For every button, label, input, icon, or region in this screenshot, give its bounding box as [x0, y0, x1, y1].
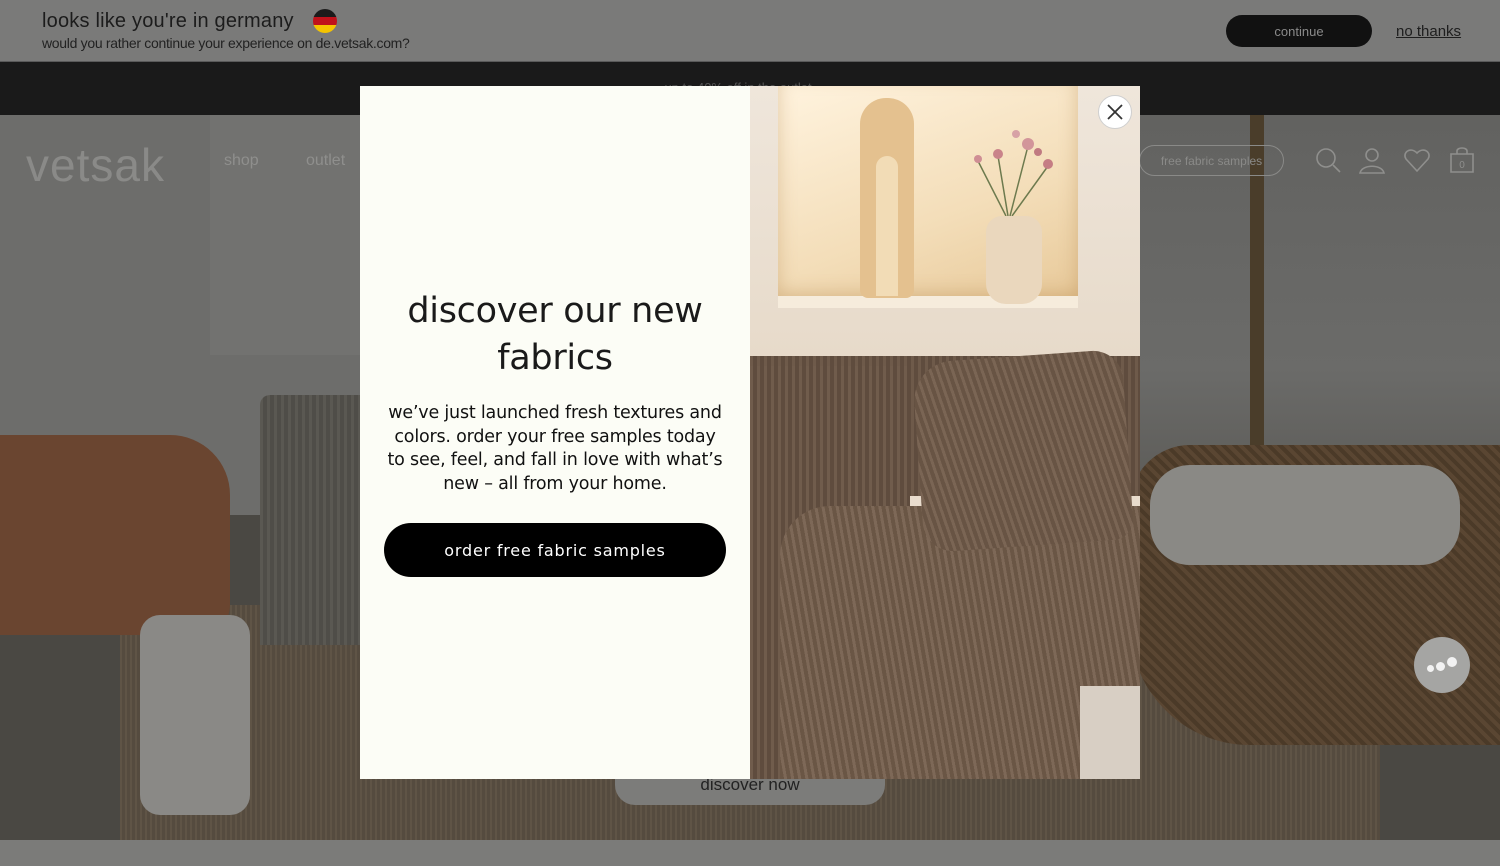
germany-flag-icon [313, 9, 337, 33]
order-free-samples-button[interactable]: order free fabric samples [384, 523, 726, 577]
modal-content: discover our new fabrics we’ve just laun… [360, 86, 750, 779]
flowers-illustration [974, 130, 1053, 216]
modal-heading: discover our new fabrics [407, 291, 703, 378]
geo-redirect-banner: looks like you're in germany would you r… [0, 0, 1500, 62]
geo-banner-title: looks like you're in germany [42, 10, 294, 32]
account-icon[interactable] [1358, 146, 1386, 174]
vetsak-logo[interactable]: vetsak [26, 138, 165, 192]
chat-bubble-icon[interactable] [1414, 637, 1470, 693]
no-thanks-link[interactable]: no thanks [1396, 23, 1461, 40]
close-icon[interactable] [1098, 95, 1132, 129]
search-icon[interactable] [1314, 146, 1342, 174]
modal-product-image [750, 86, 1140, 779]
free-fabric-samples-button[interactable]: free fabric samples [1139, 145, 1284, 176]
cart-icon[interactable]: 0 [1448, 146, 1476, 174]
cart-count: 0 [1459, 160, 1465, 171]
bottom-strip [0, 840, 1500, 866]
nav-item-outlet[interactable]: outlet [306, 152, 345, 170]
modal-body-text: we’ve just launched fresh textures and c… [387, 403, 723, 494]
fabric-promo-modal: discover our new fabrics we’ve just laun… [360, 86, 1140, 779]
continue-button[interactable]: continue [1226, 15, 1372, 47]
wishlist-heart-icon[interactable] [1403, 146, 1431, 174]
nav-item-shop[interactable]: shop [224, 152, 259, 170]
geo-banner-subtitle: would you rather continue your experienc… [42, 35, 410, 51]
